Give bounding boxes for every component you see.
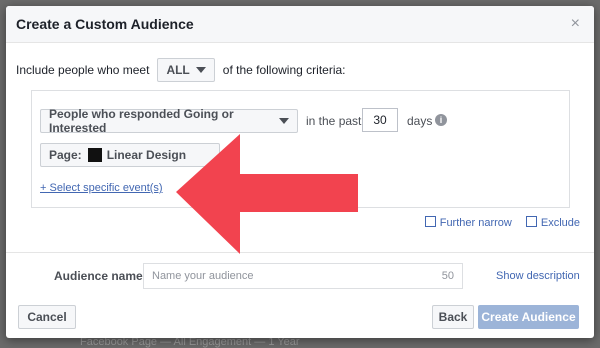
audience-name-input[interactable]: Name your audience 50	[143, 263, 463, 289]
days-label: days	[407, 114, 433, 128]
create-custom-audience-dialog: Create a Custom Audience × Include peopl…	[6, 6, 594, 338]
close-icon[interactable]: ×	[571, 15, 580, 33]
dialog-header: Create a Custom Audience ×	[6, 6, 594, 43]
days-input[interactable]: 30	[362, 108, 398, 132]
create-audience-button[interactable]: Create Audience	[478, 305, 579, 329]
response-type-dropdown[interactable]: People who responded Going or Interested	[40, 107, 298, 135]
red-arrow-annotation	[176, 134, 358, 254]
include-criteria-row: Include people who meet ALL of the follo…	[16, 58, 346, 82]
narrow-exclude-actions: Further narrow Exclude	[424, 216, 580, 229]
narrow-icon	[424, 216, 436, 227]
include-prefix-label: Include people who meet	[16, 63, 150, 77]
back-button[interactable]: Back	[432, 305, 474, 329]
further-narrow-label: Further narrow	[439, 217, 512, 229]
further-narrow-link[interactable]: Further narrow	[424, 216, 512, 229]
include-suffix-label: of the following criteria:	[222, 63, 346, 77]
select-specific-events-link[interactable]: + Select specific event(s)	[40, 182, 163, 194]
caret-down-icon	[195, 67, 206, 73]
page-name: Linear Design	[106, 148, 187, 162]
page-label: Page:	[49, 148, 82, 162]
match-all-dropdown[interactable]: ALL	[157, 58, 215, 82]
match-value: ALL	[166, 63, 190, 77]
show-description-link[interactable]: Show description	[496, 270, 580, 282]
exclude-label: Exclude	[540, 217, 580, 229]
response-type-value: People who responded Going or Interested	[49, 107, 234, 135]
exclude-link[interactable]: Exclude	[525, 216, 580, 229]
cancel-button[interactable]: Cancel	[18, 305, 76, 329]
page-avatar	[87, 148, 102, 162]
dialog-title: Create a Custom Audience	[16, 16, 194, 32]
audience-name-label: Audience name	[54, 269, 143, 283]
caret-down-icon	[279, 118, 289, 124]
arrow-shape	[176, 134, 358, 254]
in-the-past-label: in the past	[306, 114, 362, 128]
info-icon[interactable]: i	[435, 114, 447, 126]
char-limit-counter: 50	[441, 270, 454, 282]
exclude-icon	[525, 216, 537, 227]
audience-name-placeholder: Name your audience	[152, 270, 254, 282]
